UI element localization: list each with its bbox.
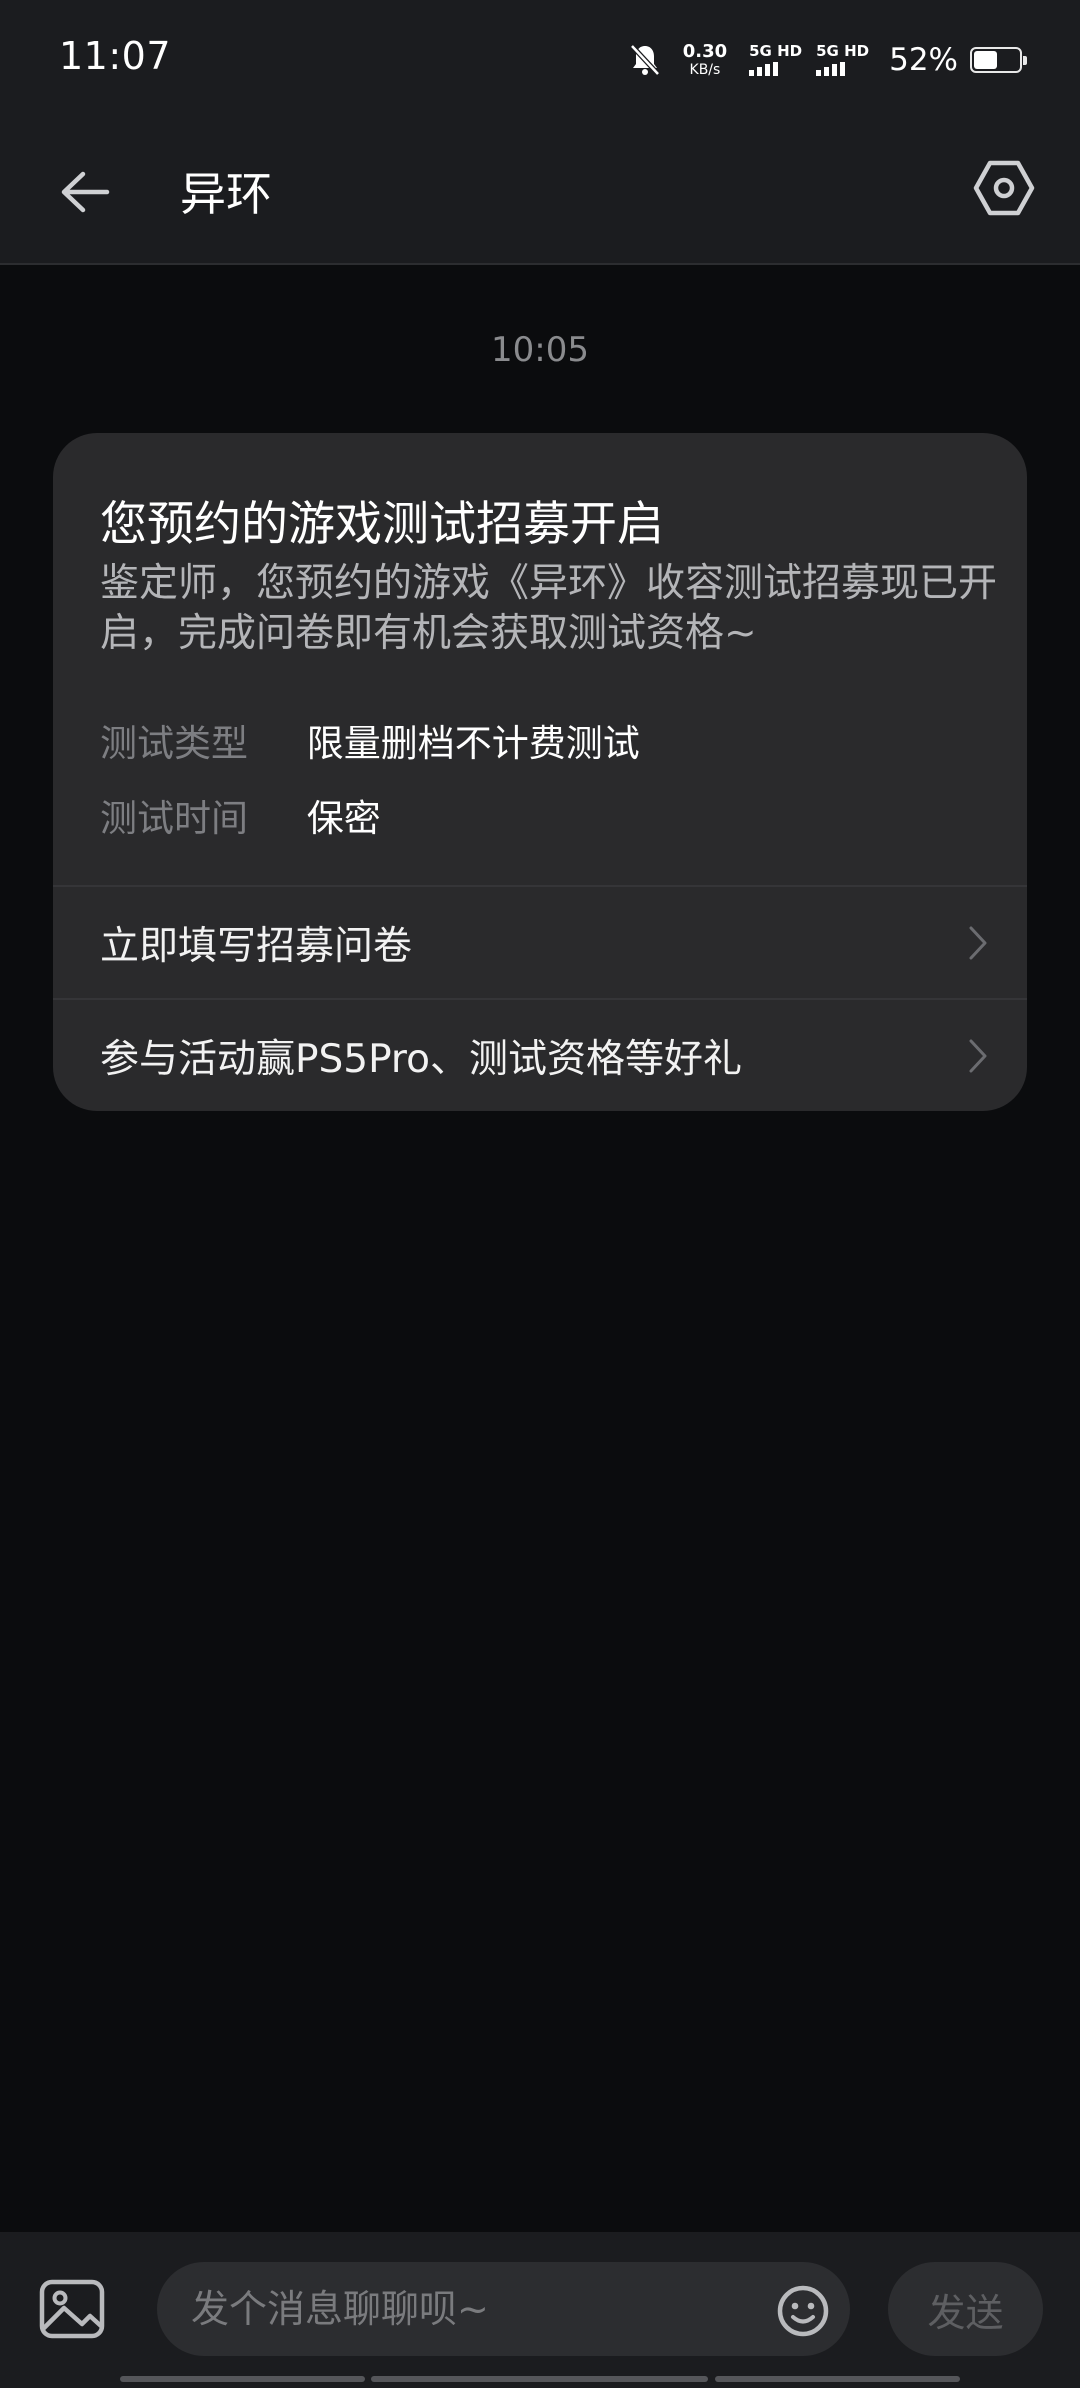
- page-title: 异环: [180, 167, 272, 221]
- info-key: 测试类型: [100, 722, 248, 765]
- battery-fill: [974, 51, 997, 69]
- sim1-signal: 5G HD: [749, 44, 802, 76]
- network-speed: 0.30 KB/s: [682, 41, 728, 78]
- message-timestamp: 10:05: [491, 330, 589, 370]
- info-row-test-type: 测试类型 限量删档不计费测试: [100, 713, 640, 767]
- sim2-signal: 5G HD: [816, 44, 869, 76]
- battery-percent: 52%: [889, 42, 958, 78]
- event-link-label: 参与活动赢PS5Pro、测试资格等好礼: [100, 1037, 742, 1082]
- signal-bars-icon: [816, 62, 848, 76]
- network-speed-unit: KB/s: [689, 62, 721, 78]
- info-value: 保密: [306, 797, 381, 840]
- network-speed-value: 0.30: [682, 41, 728, 62]
- battery-icon: [970, 47, 1027, 73]
- image-icon[interactable]: [38, 2278, 106, 2340]
- input-bar: 发送: [0, 2232, 1080, 2388]
- status-time: 11:07: [59, 34, 172, 78]
- chevron-right-icon: [969, 926, 987, 960]
- back-button[interactable]: [50, 152, 120, 232]
- info-value: 限量删档不计费测试: [306, 722, 640, 765]
- settings-button[interactable]: [964, 148, 1044, 228]
- gear-icon: [973, 160, 1035, 216]
- screen: 11:07 0.30 KB/s 5G HD 5G HD 52% 异环 10:05…: [0, 0, 1080, 2388]
- card-description: 鉴定师，您预约的游戏《异环》收容测试招募现已开启，完成问卷即有机会获取测试资格~: [100, 561, 998, 656]
- bell-muted-icon: [629, 44, 660, 76]
- sim2-label: 5G HD: [816, 42, 870, 60]
- signal-bars-icon: [749, 62, 781, 76]
- survey-link-label: 立即填写招募问卷: [100, 924, 413, 969]
- survey-link[interactable]: 立即填写招募问卷: [53, 887, 1027, 999]
- info-row-test-time: 测试时间 保密: [100, 788, 381, 842]
- info-key: 测试时间: [100, 797, 248, 840]
- nav-bar-segment: [120, 2376, 365, 2382]
- message-input[interactable]: [157, 2262, 850, 2356]
- event-link[interactable]: 参与活动赢PS5Pro、测试资格等好礼: [53, 1000, 1027, 1111]
- status-icons: 0.30 KB/s 5G HD 5G HD 52%: [629, 38, 1027, 82]
- chevron-right-icon: [969, 1039, 987, 1073]
- arrow-left-icon: [61, 171, 110, 213]
- send-button[interactable]: 发送: [888, 2262, 1043, 2356]
- card-title: 您预约的游戏测试招募开启: [100, 497, 664, 552]
- emoji-icon[interactable]: [776, 2284, 830, 2338]
- app-header: 异环: [0, 120, 1080, 265]
- nav-bar-segment: [371, 2376, 708, 2382]
- nav-bar-segment: [715, 2376, 960, 2382]
- status-bar: 11:07 0.30 KB/s 5G HD 5G HD 52%: [0, 0, 1080, 120]
- notification-card: 您预约的游戏测试招募开启 鉴定师，您预约的游戏《异环》收容测试招募现已开启，完成…: [53, 433, 1027, 1111]
- sim1-label: 5G HD: [749, 42, 803, 60]
